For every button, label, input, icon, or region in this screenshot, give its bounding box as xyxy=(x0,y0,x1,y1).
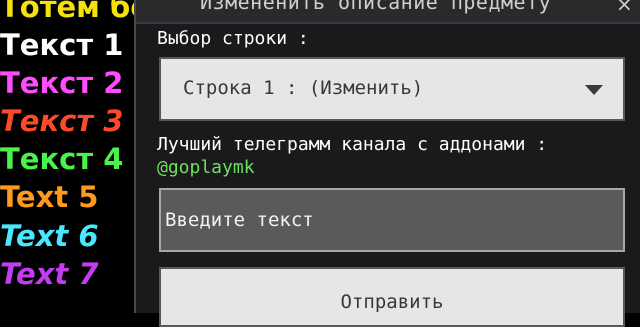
row-select-dropdown[interactable]: Строка 1 : (Изменить) xyxy=(159,57,625,121)
submit-button[interactable]: Отправить xyxy=(159,267,625,327)
text-input[interactable] xyxy=(161,190,623,250)
lore-line-7: Text 7 xyxy=(0,257,99,291)
lore-line-4: Текст 4 xyxy=(0,142,124,176)
lore-line-2: Текст 2 xyxy=(0,66,124,100)
lore-line-6: Text 6 xyxy=(0,219,99,253)
close-icon[interactable]: × xyxy=(616,0,633,16)
lore-line-5: Text 5 xyxy=(0,180,99,214)
lore-line-1: Текст 1 xyxy=(0,28,124,62)
edit-description-dialog: Измененить описание предмету × Выбор стр… xyxy=(134,0,640,327)
text-input-field[interactable] xyxy=(159,188,625,252)
dialog-titlebar: Измененить описание предмету × xyxy=(136,0,640,24)
submit-button-label: Отправить xyxy=(340,291,444,313)
row-select-label: Выбор строки : xyxy=(157,28,309,49)
telegram-channel-link[interactable]: @goplaymk xyxy=(157,157,255,178)
lore-line-title: Тотем бе xyxy=(0,0,134,24)
chevron-down-icon xyxy=(585,85,603,95)
item-lore-list: Тотем бе Текст 1 Текст 2 Текст 3 Текст 4… xyxy=(0,0,134,313)
lore-line-3: Текст 3 xyxy=(0,104,124,138)
dialog-title: Измененить описание предмету xyxy=(200,0,552,14)
promo-label: Лучший телеграмм канала с аддонами : xyxy=(157,134,548,155)
row-select-value: Строка 1 : (Изменить) xyxy=(183,77,424,99)
